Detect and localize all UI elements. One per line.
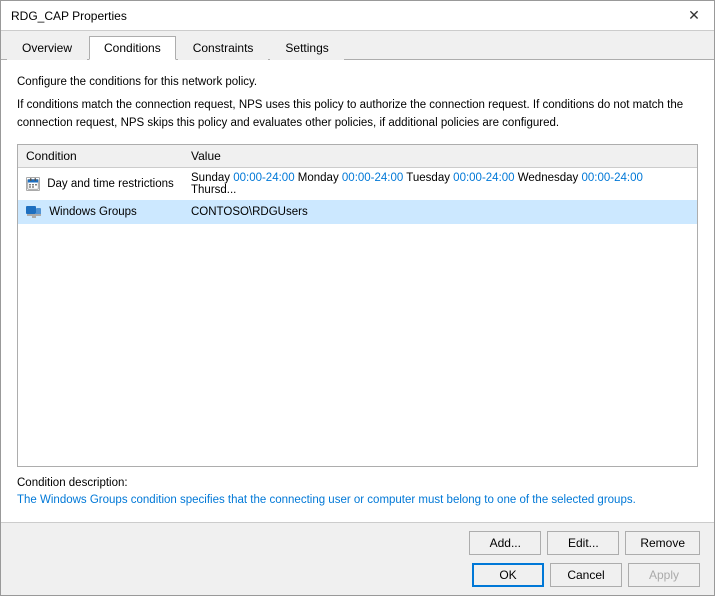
- close-button[interactable]: ✕: [684, 6, 704, 26]
- dialog-buttons: OK Cancel Apply: [15, 563, 700, 587]
- calendar-icon: [26, 177, 40, 191]
- value-text-highlight4: 00:00-24:00: [581, 172, 642, 184]
- ok-button[interactable]: OK: [472, 563, 544, 587]
- col-header-condition: Condition: [18, 145, 183, 168]
- col-header-value: Value: [183, 145, 697, 168]
- group-icon: [26, 204, 42, 220]
- value-cell-2: CONTOSO\RDGUsers: [183, 200, 697, 224]
- value-text-plain2: Monday: [295, 172, 342, 184]
- table-row[interactable]: Windows Groups CONTOSO\RDGUsers: [18, 200, 697, 224]
- tab-constraints[interactable]: Constraints: [178, 36, 269, 60]
- action-buttons: Add... Edit... Remove: [15, 531, 700, 555]
- title-bar: RDG_CAP Properties ✕: [1, 1, 714, 31]
- value-cell-1: Sunday 00:00-24:00 Monday 00:00-24:00 Tu…: [183, 167, 697, 200]
- value-text-plain: Sunday: [191, 172, 233, 184]
- condition-cell-2: Windows Groups: [18, 200, 183, 224]
- value-text-plain5: Thursd...: [191, 184, 236, 196]
- value-text-highlight3: 00:00-24:00: [453, 172, 514, 184]
- value-text-plain3: Tuesday: [403, 172, 453, 184]
- tab-bar: Overview Conditions Constraints Settings: [1, 31, 714, 60]
- main-window: RDG_CAP Properties ✕ Overview Conditions…: [0, 0, 715, 596]
- value-text-plain4: Wednesday: [515, 172, 582, 184]
- conditions-table-container[interactable]: Condition Value: [17, 144, 698, 467]
- tab-content: Configure the conditions for this networ…: [1, 60, 714, 522]
- footer: Add... Edit... Remove OK Cancel Apply: [1, 522, 714, 595]
- description-line2: If conditions match the connection reque…: [17, 97, 698, 132]
- condition-name-2: Windows Groups: [49, 206, 137, 218]
- conditions-table: Condition Value: [18, 145, 697, 224]
- condition-cell-1: Day and time restrictions: [18, 167, 183, 200]
- edit-button[interactable]: Edit...: [547, 531, 619, 555]
- window-title: RDG_CAP Properties: [11, 9, 127, 23]
- value-text-highlight2: 00:00-24:00: [342, 172, 403, 184]
- condition-description-section: Condition description: The Windows Group…: [17, 477, 698, 508]
- remove-button[interactable]: Remove: [625, 531, 700, 555]
- condition-name-1: Day and time restrictions: [47, 178, 174, 190]
- cancel-button[interactable]: Cancel: [550, 563, 622, 587]
- apply-button[interactable]: Apply: [628, 563, 700, 587]
- description-line1: Configure the conditions for this networ…: [17, 74, 698, 91]
- condition-desc-label: Condition description:: [17, 477, 698, 489]
- tab-overview[interactable]: Overview: [7, 36, 87, 60]
- condition-desc-value: The Windows Groups condition specifies t…: [17, 492, 698, 508]
- tab-conditions[interactable]: Conditions: [89, 36, 176, 60]
- table-row[interactable]: Day and time restrictions Sunday 00:00-2…: [18, 167, 697, 200]
- tab-settings[interactable]: Settings: [270, 36, 343, 60]
- value-text-highlight: 00:00-24:00: [233, 172, 294, 184]
- add-button[interactable]: Add...: [469, 531, 541, 555]
